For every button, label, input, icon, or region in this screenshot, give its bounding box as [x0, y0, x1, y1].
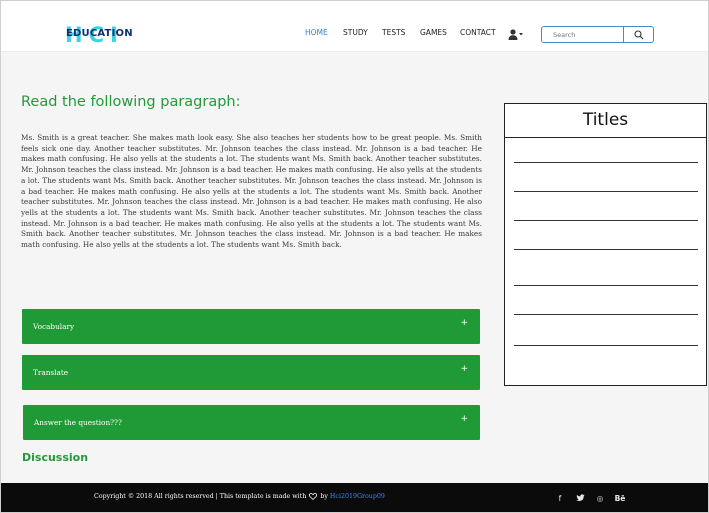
user-icon[interactable] — [508, 26, 526, 40]
title-slot[interactable] — [514, 249, 698, 250]
twitter-icon[interactable] — [572, 491, 588, 505]
accordion-label: Answer the question??? — [34, 418, 122, 427]
titles-heading: Titles — [505, 104, 706, 138]
accordion-translate[interactable]: Translate + — [22, 355, 480, 390]
title-slot[interactable] — [514, 285, 698, 286]
title-slot[interactable] — [514, 314, 698, 315]
title-slot[interactable] — [514, 220, 698, 221]
heart-icon — [309, 493, 318, 500]
dribbble-icon[interactable]: ◎ — [592, 491, 608, 505]
discussion-heading: Discussion — [22, 451, 89, 464]
copyright-label: Copyright © 2018 All rights reserved | T… — [94, 493, 307, 500]
accordion-label: Vocabulary — [33, 322, 75, 331]
search-box — [541, 26, 654, 43]
nav-study[interactable]: STUDY — [343, 28, 368, 37]
title-slot[interactable] — [514, 162, 698, 163]
by-text: by — [320, 493, 328, 500]
logo-text: EDUCATION — [66, 28, 133, 39]
nav-home[interactable]: HOME — [305, 28, 328, 37]
accordion-answer-question[interactable]: Answer the question??? + — [23, 405, 480, 440]
reading-paragraph: Ms. Smith is a great teacher. She makes … — [21, 133, 482, 250]
title-slot[interactable] — [514, 345, 698, 346]
nav-games[interactable]: GAMES — [420, 28, 447, 37]
search-icon — [634, 29, 644, 39]
search-button[interactable] — [623, 27, 654, 42]
page-heading: Read the following paragraph: — [21, 94, 241, 110]
copyright-text: Copyright © 2018 All rights reserved | T… — [94, 493, 385, 500]
site-header: HCI EDUCATION HOME STUDY TESTS GAMES CON… — [1, 1, 708, 52]
plus-icon: + — [460, 414, 468, 424]
search-input[interactable] — [543, 28, 621, 41]
credit-link[interactable]: Hci2019Group09 — [330, 493, 385, 500]
facebook-icon[interactable]: f — [552, 491, 568, 505]
nav-contact[interactable]: CONTACT — [460, 28, 496, 37]
plus-icon: + — [460, 364, 468, 374]
nav-tests[interactable]: TESTS — [382, 28, 405, 37]
behance-icon[interactable]: Bē — [612, 491, 628, 505]
title-slot[interactable] — [514, 191, 698, 192]
plus-icon: + — [460, 318, 468, 328]
titles-panel: Titles — [504, 103, 707, 386]
accordion-vocabulary[interactable]: Vocabulary + — [22, 309, 480, 344]
site-logo[interactable]: HCI EDUCATION — [63, 23, 133, 45]
accordion-label: Translate — [33, 368, 69, 377]
site-footer: Copyright © 2018 All rights reserved | T… — [1, 483, 708, 512]
